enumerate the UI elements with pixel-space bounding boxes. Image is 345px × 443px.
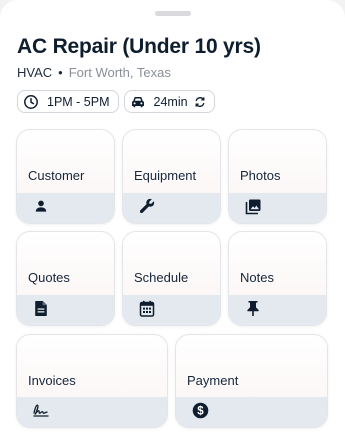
document-icon [30,297,52,319]
tile-label: Quotes [28,270,70,285]
clock-icon [23,94,39,110]
time-window-chip[interactable]: 1PM - 5PM [17,90,119,113]
signature-icon [30,399,52,421]
car-icon [130,94,146,110]
tile-label: Invoices [28,373,76,388]
photos-icon [242,195,264,217]
tile-schedule[interactable]: Schedule [122,231,221,326]
job-subtitle: HVAC • Fort Worth, Texas [17,65,171,80]
tile-invoices[interactable]: Invoices [16,334,168,428]
wrench-icon [136,195,158,217]
job-title: AC Repair (Under 10 yrs) [17,35,261,58]
tile-label: Photos [240,168,281,183]
job-category: HVAC [17,65,53,80]
tile-payment[interactable]: Payment $ [175,334,328,428]
job-detail-sheet: AC Repair (Under 10 yrs) HVAC • Fort Wor… [0,0,345,443]
sheet-grabber-handle[interactable] [155,11,191,16]
tile-equipment[interactable]: Equipment [122,129,221,224]
drive-time-text: 24min [153,94,188,109]
tile-notes[interactable]: Notes [228,231,327,326]
tile-customer[interactable]: Customer [16,129,115,224]
drive-time-chip[interactable]: 24min [123,90,215,113]
calendar-icon [136,297,158,319]
tile-label: Schedule [134,270,189,285]
job-location: Fort Worth, Texas [68,65,171,80]
pin-icon [242,297,264,319]
person-icon [30,195,52,217]
time-window-text: 1PM - 5PM [47,94,110,109]
refresh-icon[interactable] [194,96,206,108]
tile-label: Equipment [134,168,197,183]
job-info-chips: 1PM - 5PM 24min [17,90,215,113]
tile-label: Payment [187,373,239,388]
subtitle-separator: • [58,65,63,80]
tile-label: Customer [28,168,85,183]
dollar-coin-icon: $ [189,399,211,421]
tile-photos[interactable]: Photos [228,129,327,224]
tile-quotes[interactable]: Quotes [16,231,115,326]
svg-text:$: $ [197,405,204,417]
tile-label: Notes [240,270,274,285]
